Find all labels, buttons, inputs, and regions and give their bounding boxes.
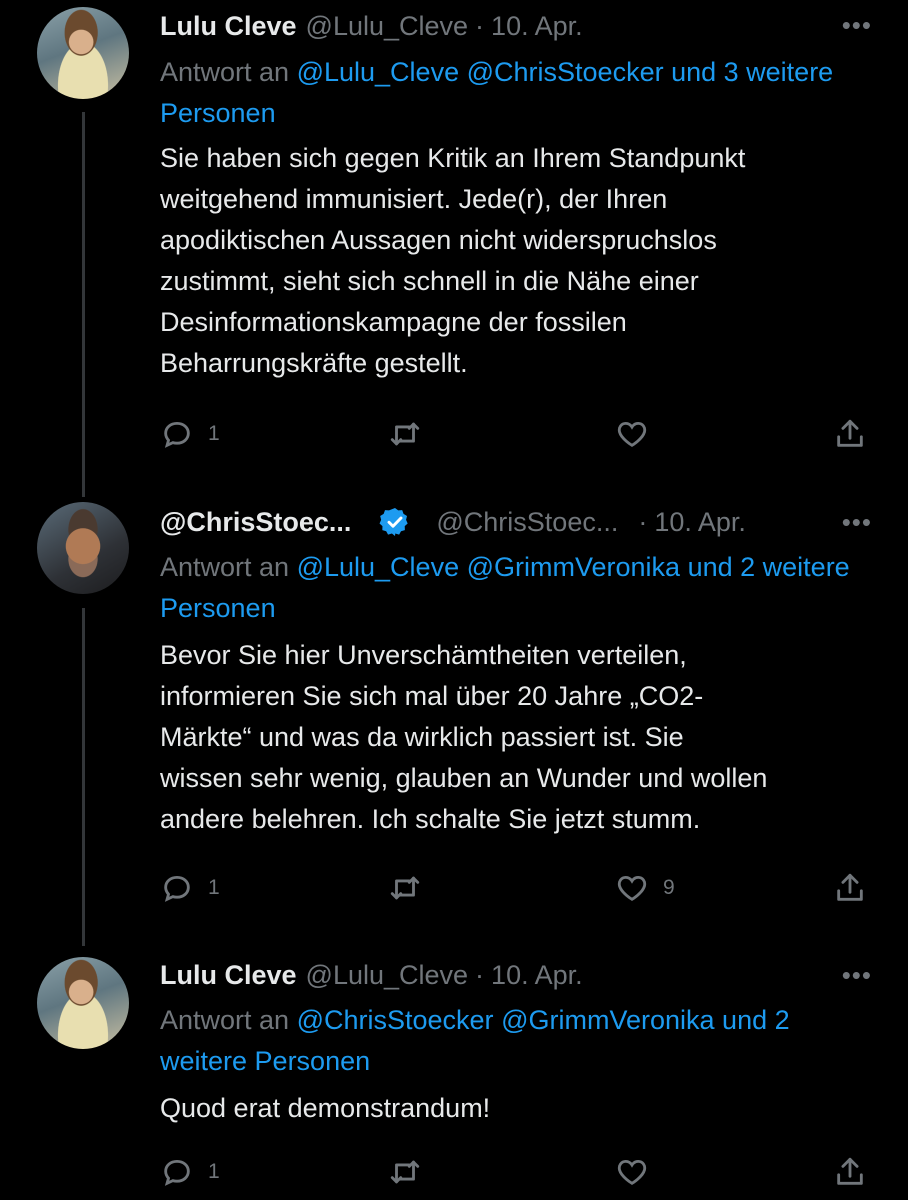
- separator-dot: ·: [638, 506, 648, 537]
- reply-count: 1: [208, 422, 220, 445]
- tweet[interactable]: Lulu Cleve @Lulu_Cleve · 10. Apr. ••• An…: [0, 952, 908, 1200]
- separator-dot: ·: [475, 10, 485, 41]
- tweet[interactable]: @ChrisStoec... @ChrisStoec... · 10. Apr.…: [0, 497, 908, 947]
- text-line: Märkte“ und was da wirklich passiert ist…: [160, 722, 684, 752]
- reply-icon: [164, 1159, 190, 1186]
- display-name[interactable]: @ChrisStoec...: [160, 507, 351, 538]
- avatar[interactable]: [37, 502, 129, 594]
- avatar[interactable]: [37, 7, 129, 99]
- text-line: weitgehend immunisiert. Jede(r), der Ihr…: [160, 184, 668, 214]
- reply-to-link[interactable]: @GrimmVeronika: [467, 552, 680, 582]
- reply-icon: [164, 421, 190, 448]
- tweet[interactable]: Lulu Cleve @Lulu_Cleve · 10. Apr. ••• An…: [0, 0, 908, 480]
- retweet-button[interactable]: [388, 414, 436, 454]
- tweet-text: Bevor Sie hier Unverschämtheiten verteil…: [160, 635, 880, 840]
- retweet-button[interactable]: [388, 1152, 436, 1192]
- separator-dot: ·: [475, 959, 485, 990]
- reply-button[interactable]: 1: [160, 1152, 220, 1192]
- more-options-icon[interactable]: •••: [842, 507, 872, 538]
- reply-icon: [164, 875, 190, 902]
- tweet-date[interactable]: 10. Apr.: [491, 11, 583, 42]
- user-handle[interactable]: @Lulu_Cleve: [306, 960, 469, 991]
- like-button[interactable]: [615, 1152, 663, 1192]
- share-icon: [837, 873, 863, 901]
- reply-to-line: Antwort an @Lulu_Cleve @GrimmVeronika un…: [160, 547, 870, 629]
- user-handle[interactable]: @Lulu_Cleve: [306, 11, 469, 42]
- reply-to-line: Antwort an @Lulu_Cleve @ChrisStoecker un…: [160, 52, 870, 134]
- text-line: Desinformationskampagne der fossilen: [160, 307, 627, 337]
- retweet-icon: [390, 1160, 420, 1184]
- display-name[interactable]: Lulu Cleve: [160, 11, 297, 42]
- heart-icon: [617, 875, 647, 901]
- retweet-button[interactable]: [388, 868, 436, 908]
- action-bar: 1 9: [160, 868, 880, 908]
- share-button[interactable]: [833, 414, 867, 454]
- share-icon: [837, 419, 863, 447]
- share-icon: [837, 1157, 863, 1185]
- reply-to-link[interactable]: @ChrisStoecker: [467, 57, 664, 87]
- avatar[interactable]: [37, 957, 129, 1049]
- reply-button[interactable]: 1: [160, 414, 220, 454]
- reply-to-label: Antwort an: [160, 1005, 297, 1035]
- text-line: wissen sehr wenig, glauben an Wunder und…: [160, 763, 768, 793]
- reply-to-label: Antwort an: [160, 57, 297, 87]
- text-line: apodiktischen Aussagen nicht widerspruch…: [160, 225, 717, 255]
- reply-to-link[interactable]: @GrimmVeronika: [501, 1005, 714, 1035]
- tweet-date[interactable]: 10. Apr.: [491, 960, 583, 991]
- retweet-icon: [390, 422, 420, 446]
- like-button[interactable]: 9: [615, 868, 675, 908]
- more-options-icon[interactable]: •••: [842, 10, 872, 41]
- reply-count: 1: [208, 1160, 220, 1183]
- text-line: Quod erat demonstrandum!: [160, 1093, 491, 1123]
- retweet-icon: [390, 876, 420, 900]
- reply-to-label: Antwort an: [160, 552, 297, 582]
- reply-button[interactable]: 1: [160, 868, 220, 908]
- reply-to-link[interactable]: @Lulu_Cleve: [297, 552, 460, 582]
- text-line: informieren Sie sich mal über 20 Jahre „…: [160, 681, 704, 711]
- text-line: Bevor Sie hier Unverschämtheiten verteil…: [160, 640, 687, 670]
- share-button[interactable]: [833, 868, 867, 908]
- display-name[interactable]: Lulu Cleve: [160, 960, 297, 991]
- verified-badge-icon: [379, 508, 409, 536]
- heart-icon: [617, 421, 647, 447]
- like-button[interactable]: [615, 414, 663, 454]
- reply-to-line: Antwort an @ChrisStoecker @GrimmVeronika…: [160, 1000, 870, 1082]
- text-line: andere belehren. Ich schalte Sie jetzt s…: [160, 804, 701, 834]
- like-count: 9: [663, 876, 675, 899]
- tweet-date[interactable]: 10. Apr.: [654, 507, 746, 538]
- user-handle[interactable]: @ChrisStoec...: [436, 507, 618, 538]
- more-options-icon[interactable]: •••: [842, 960, 872, 991]
- action-bar: 1: [160, 1152, 880, 1192]
- tweet-text: Sie haben sich gegen Kritik an Ihrem Sta…: [160, 138, 880, 384]
- reply-to-link[interactable]: @Lulu_Cleve: [297, 57, 460, 87]
- heart-icon: [617, 1159, 647, 1185]
- text-line: Beharrungskräfte gestellt.: [160, 348, 468, 378]
- action-bar: 1: [160, 414, 880, 454]
- text-line: Sie haben sich gegen Kritik an Ihrem Sta…: [160, 143, 746, 173]
- reply-to-link[interactable]: @ChrisStoecker: [297, 1005, 494, 1035]
- text-line: zustimmt, sieht sich schnell in die Nähe…: [160, 266, 699, 296]
- reply-count: 1: [208, 876, 220, 899]
- tweet-text: Quod erat demonstrandum!: [160, 1088, 880, 1129]
- share-button[interactable]: [833, 1152, 867, 1192]
